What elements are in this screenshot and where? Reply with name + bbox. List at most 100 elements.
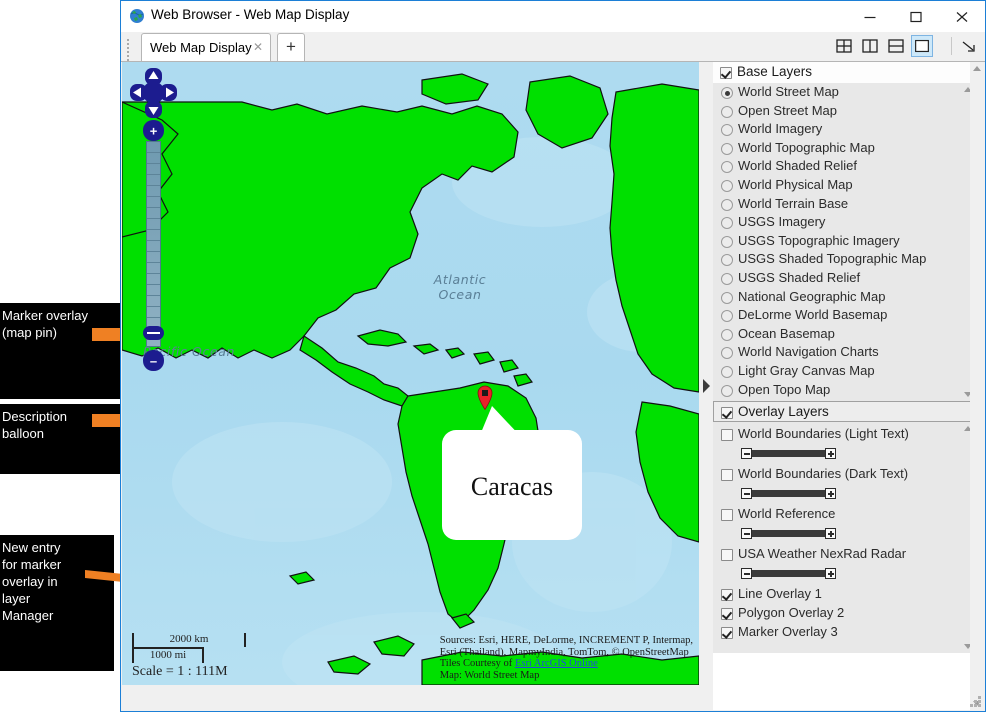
maximize-button[interactable]	[893, 1, 939, 32]
base-layer-label: USGS Imagery	[738, 214, 826, 230]
base-layer-item[interactable]: World Topographic Map	[713, 139, 961, 158]
base-layer-item[interactable]: USGS Topographic Imagery	[713, 232, 961, 251]
base-layer-item[interactable]: Open Topo Map	[713, 381, 961, 400]
esri-arcgis-online-link[interactable]: Esri ArcGIS Online	[515, 658, 598, 669]
window-title: Web Browser - Web Map Display	[151, 7, 350, 22]
pan-control[interactable]	[130, 68, 177, 118]
close-icon[interactable]: ✕	[253, 40, 263, 54]
close-button[interactable]	[939, 1, 985, 32]
overlay-opacity-slider[interactable]	[713, 485, 961, 505]
base-layers-checkbox[interactable]	[720, 66, 732, 84]
overlay-layer-item[interactable]: USA Weather NexRad Radar	[713, 545, 961, 565]
overlay-layer-item[interactable]: Line Overlay 1	[713, 585, 961, 604]
base-layer-item[interactable]: USGS Imagery	[713, 213, 961, 232]
base-layer-label: World Topographic Map	[738, 139, 875, 155]
scale-mi-label: 1000 mi	[149, 649, 187, 661]
base-layer-item[interactable]: World Terrain Base	[713, 195, 961, 214]
map-label-atlantic-ocean: Atlantic Ocean	[410, 272, 510, 302]
layout-split-horizontal-button[interactable]	[885, 35, 907, 57]
zoom-in-button[interactable]: +	[143, 120, 164, 141]
slider-minus-button[interactable]	[741, 568, 752, 579]
layout-split-vertical-button[interactable]	[859, 35, 881, 57]
base-layer-item[interactable]: USGS Shaded Relief	[713, 269, 961, 288]
slider-track[interactable]	[752, 490, 825, 497]
overlay-checkbox[interactable]	[721, 468, 733, 486]
base-layer-label: DeLorme World Basemap	[738, 307, 888, 323]
base-layers-list[interactable]: World Street Map Open Street Map World I…	[713, 83, 975, 401]
window-resize-grip[interactable]	[970, 696, 981, 707]
base-layer-item[interactable]: Ocean Basemap	[713, 325, 961, 344]
tab-label: Web Map Display	[150, 40, 252, 55]
layer-manager-panel: Base Layers World Street Map Open Street…	[699, 62, 984, 710]
base-layer-item[interactable]: Open Street Map	[713, 102, 961, 121]
base-layers-header[interactable]: Base Layers	[713, 62, 975, 84]
description-balloon[interactable]: Caracas	[442, 430, 582, 540]
slider-plus-button[interactable]	[825, 528, 836, 539]
map-view[interactable]: Atlantic Ocean Pacific Ocean + – Caracas…	[122, 62, 699, 685]
toolbar-separator	[951, 37, 952, 55]
overlay-layer-item[interactable]: World Boundaries (Light Text)	[713, 425, 961, 445]
map-canvas	[122, 62, 699, 685]
overlay-checkbox[interactable]	[721, 428, 733, 446]
overlay-checkbox[interactable]	[721, 548, 733, 566]
overlay-checkbox[interactable]	[721, 508, 733, 526]
slider-track[interactable]	[752, 530, 825, 537]
attribution-line-2: Esri (Thailand), MapmyIndia, TomTom, © O…	[439, 646, 689, 658]
base-layers-label: Base Layers	[737, 64, 813, 79]
panel-collapse-toggle[interactable]	[699, 375, 713, 397]
overlay-layers-list[interactable]: World Boundaries (Light Text) World Boun…	[713, 422, 975, 653]
base-layer-item[interactable]: USGS Shaded Topographic Map	[713, 250, 961, 269]
panel-scrollbar[interactable]	[970, 62, 984, 710]
zoom-handle[interactable]	[143, 326, 164, 340]
layout-grid-2x2-button[interactable]	[833, 35, 855, 57]
overlay-layers-label: Overlay Layers	[738, 404, 829, 419]
tab-web-map-display[interactable]: Web Map Display ✕	[141, 33, 271, 61]
radio-icon[interactable]	[721, 384, 733, 402]
overlay-opacity-slider[interactable]	[713, 525, 961, 545]
minimize-button[interactable]	[847, 1, 893, 32]
base-layer-item[interactable]: World Navigation Charts	[713, 343, 961, 362]
atlantic-line1: Atlantic	[433, 272, 487, 287]
attribution-line-1: Sources: Esri, HERE, DeLorme, INCREMENT …	[439, 635, 693, 646]
new-tab-button[interactable]: +	[277, 33, 305, 61]
scroll-up-arrow[interactable]	[970, 62, 984, 74]
slider-track[interactable]	[752, 570, 825, 577]
globe-icon	[130, 9, 144, 23]
overlay-opacity-slider[interactable]	[713, 445, 961, 465]
base-layer-item[interactable]: World Shaded Relief	[713, 157, 961, 176]
base-layer-label: World Imagery	[738, 121, 823, 137]
overlay-opacity-slider[interactable]	[713, 565, 961, 585]
overlay-layer-item[interactable]: World Boundaries (Dark Text)	[713, 465, 961, 485]
map-pin-marker[interactable]	[476, 384, 494, 410]
slider-track[interactable]	[752, 450, 825, 457]
map-attribution: Sources: Esri, HERE, DeLorme, INCREMENT …	[440, 635, 693, 681]
base-layer-label: World Street Map	[738, 84, 839, 99]
zoom-track[interactable]	[146, 141, 161, 347]
overlay-layers-header[interactable]: Overlay Layers	[713, 401, 975, 422]
base-layer-item[interactable]: Light Gray Canvas Map	[713, 362, 961, 381]
zoom-slider[interactable]: + –	[143, 120, 164, 371]
base-layer-item[interactable]: National Geographic Map	[713, 288, 961, 307]
zoom-out-button[interactable]: –	[143, 350, 164, 371]
annotation-marker-overlay: Marker overlay (map pin)	[0, 303, 126, 399]
layout-single-button[interactable]	[911, 35, 933, 57]
overlay-layer-item-marker-overlay-3[interactable]: Marker Overlay 3	[713, 623, 961, 642]
base-layer-item[interactable]: World Physical Map	[713, 176, 961, 195]
base-layer-label: Open Topo Map	[738, 381, 831, 397]
base-layer-item[interactable]: DeLorme World Basemap	[713, 306, 961, 325]
slider-minus-button[interactable]	[741, 488, 752, 499]
atlantic-line2: Ocean	[438, 287, 482, 302]
undock-icon[interactable]	[958, 35, 980, 57]
base-layer-label: USGS Shaded Topographic Map	[738, 251, 927, 267]
base-layer-item[interactable]: World Imagery	[713, 120, 961, 139]
slider-plus-button[interactable]	[825, 448, 836, 459]
slider-minus-button[interactable]	[741, 448, 752, 459]
slider-plus-button[interactable]	[825, 568, 836, 579]
overlay-checkbox[interactable]	[721, 626, 733, 644]
slider-plus-button[interactable]	[825, 488, 836, 499]
overlay-layer-item[interactable]: World Reference	[713, 505, 961, 525]
base-layer-item[interactable]: World Street Map	[713, 83, 961, 102]
slider-minus-button[interactable]	[741, 528, 752, 539]
overlay-layer-item[interactable]: Polygon Overlay 2	[713, 604, 961, 623]
minus-icon: –	[149, 353, 158, 368]
